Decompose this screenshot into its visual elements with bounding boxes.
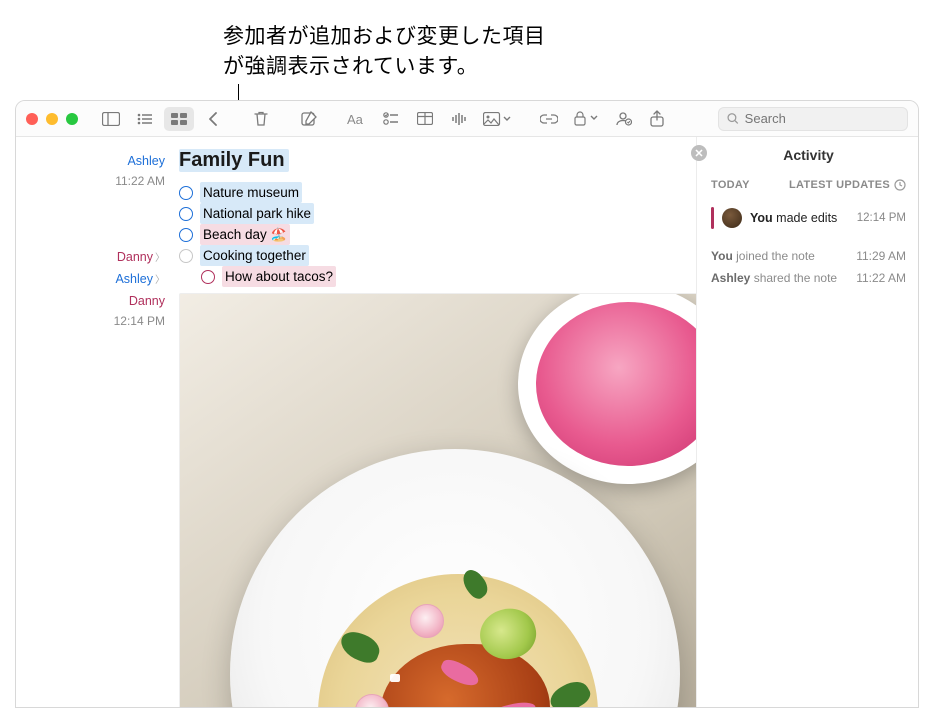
checklist: Nature museum National park hike Beach d… bbox=[179, 182, 688, 287]
attribution-gutter: Ashley 11:22 AM Danny〉 Ashley〉 Danny 12:… bbox=[16, 137, 171, 707]
today-label: TODAY bbox=[711, 179, 750, 191]
activity-indicator bbox=[711, 207, 714, 229]
food-illustration bbox=[410, 604, 444, 638]
chevron-right-icon: 〉 bbox=[155, 275, 165, 286]
checklist-text[interactable]: Beach day 🏖️ bbox=[200, 224, 290, 245]
content-area: Ashley 11:22 AM Danny〉 Ashley〉 Danny 12:… bbox=[16, 137, 918, 707]
food-illustration bbox=[390, 674, 400, 682]
search-input[interactable] bbox=[745, 111, 899, 126]
checklist-item[interactable]: Beach day 🏖️ bbox=[179, 224, 688, 245]
minimize-window-button[interactable] bbox=[46, 113, 58, 125]
gallery-view-button[interactable] bbox=[164, 107, 194, 131]
activity-header: TODAY LATEST UPDATES bbox=[711, 179, 906, 191]
checkbox-icon[interactable] bbox=[201, 270, 215, 284]
format-button[interactable]: Aa bbox=[342, 107, 372, 131]
author-time: 12:14 PM bbox=[16, 311, 165, 331]
table-button[interactable] bbox=[410, 107, 440, 131]
beach-emoji-icon: 🏖️ bbox=[271, 227, 287, 242]
latest-updates-label: LATEST UPDATES bbox=[789, 179, 890, 191]
back-button[interactable] bbox=[198, 107, 228, 131]
author-danny: Danny bbox=[117, 250, 153, 264]
activity-time: 11:22 AM bbox=[856, 271, 906, 285]
activity-panel: ✕ Activity TODAY LATEST UPDATES You made… bbox=[696, 137, 918, 707]
close-panel-button[interactable]: ✕ bbox=[691, 145, 707, 161]
search-icon bbox=[727, 112, 739, 125]
checkbox-icon[interactable] bbox=[179, 186, 193, 200]
checklist-button[interactable] bbox=[376, 107, 406, 131]
avatar bbox=[722, 208, 742, 228]
audio-button[interactable] bbox=[444, 107, 474, 131]
chevron-right-icon: 〉 bbox=[155, 253, 165, 264]
activity-text: Ashley shared the note bbox=[711, 271, 837, 285]
note-body[interactable]: Family Fun Nature museum National park h… bbox=[171, 137, 696, 707]
note-title[interactable]: Family Fun bbox=[179, 149, 289, 172]
annotation-callout: 参加者が追加および変更した項目 が強調表示されています。 bbox=[223, 22, 546, 83]
activity-entry[interactable]: You made edits 12:14 PM bbox=[711, 201, 906, 235]
toolbar: Aa bbox=[16, 101, 918, 137]
activity-title: Activity bbox=[711, 147, 906, 163]
author-ashley: Ashley bbox=[127, 154, 165, 168]
link-button[interactable] bbox=[534, 107, 564, 131]
attached-image[interactable] bbox=[179, 293, 696, 707]
author-time: 11:22 AM bbox=[16, 171, 165, 191]
checklist-text[interactable]: How about tacos? bbox=[222, 266, 336, 287]
checklist-item[interactable]: National park hike bbox=[179, 203, 688, 224]
sidebar-toggle-button[interactable] bbox=[96, 107, 126, 131]
activity-time: 11:29 AM bbox=[856, 249, 906, 263]
checklist-text[interactable]: Cooking together bbox=[200, 245, 309, 266]
annotation-line1: 参加者が追加および変更した項目 bbox=[223, 22, 546, 52]
traffic-lights bbox=[26, 113, 78, 125]
checklist-text[interactable]: Nature museum bbox=[200, 182, 302, 203]
media-button[interactable] bbox=[478, 107, 516, 131]
checklist-item[interactable]: Nature museum bbox=[179, 182, 688, 203]
checkbox-icon[interactable] bbox=[179, 207, 193, 221]
activity-entry[interactable]: You joined the note 11:29 AM bbox=[711, 245, 906, 267]
checkbox-icon[interactable] bbox=[179, 249, 193, 263]
svg-text:Aa: Aa bbox=[347, 112, 364, 126]
new-note-button[interactable] bbox=[294, 107, 324, 131]
close-window-button[interactable] bbox=[26, 113, 38, 125]
maximize-window-button[interactable] bbox=[66, 113, 78, 125]
author-danny: Danny bbox=[129, 294, 165, 308]
checklist-item[interactable]: Cooking together bbox=[179, 245, 688, 266]
list-view-button[interactable] bbox=[130, 107, 160, 131]
checkbox-icon[interactable] bbox=[179, 228, 193, 242]
activity-entry[interactable]: Ashley shared the note 11:22 AM bbox=[711, 267, 906, 289]
lock-button[interactable] bbox=[568, 107, 604, 131]
food-illustration bbox=[518, 293, 696, 484]
author-ashley: Ashley bbox=[115, 272, 153, 286]
collaborate-button[interactable] bbox=[608, 107, 638, 131]
clock-icon bbox=[894, 179, 906, 191]
search-box[interactable] bbox=[718, 107, 908, 131]
checklist-text[interactable]: National park hike bbox=[200, 203, 314, 224]
annotation-line2: が強調表示されています。 bbox=[223, 52, 546, 82]
activity-text: You made edits bbox=[750, 211, 849, 225]
trash-button[interactable] bbox=[246, 107, 276, 131]
activity-time: 12:14 PM bbox=[857, 212, 906, 224]
checklist-item[interactable]: How about tacos? bbox=[179, 266, 688, 287]
activity-text: You joined the note bbox=[711, 249, 815, 263]
share-button[interactable] bbox=[642, 107, 672, 131]
notes-window: Aa Ashley bbox=[15, 100, 919, 708]
